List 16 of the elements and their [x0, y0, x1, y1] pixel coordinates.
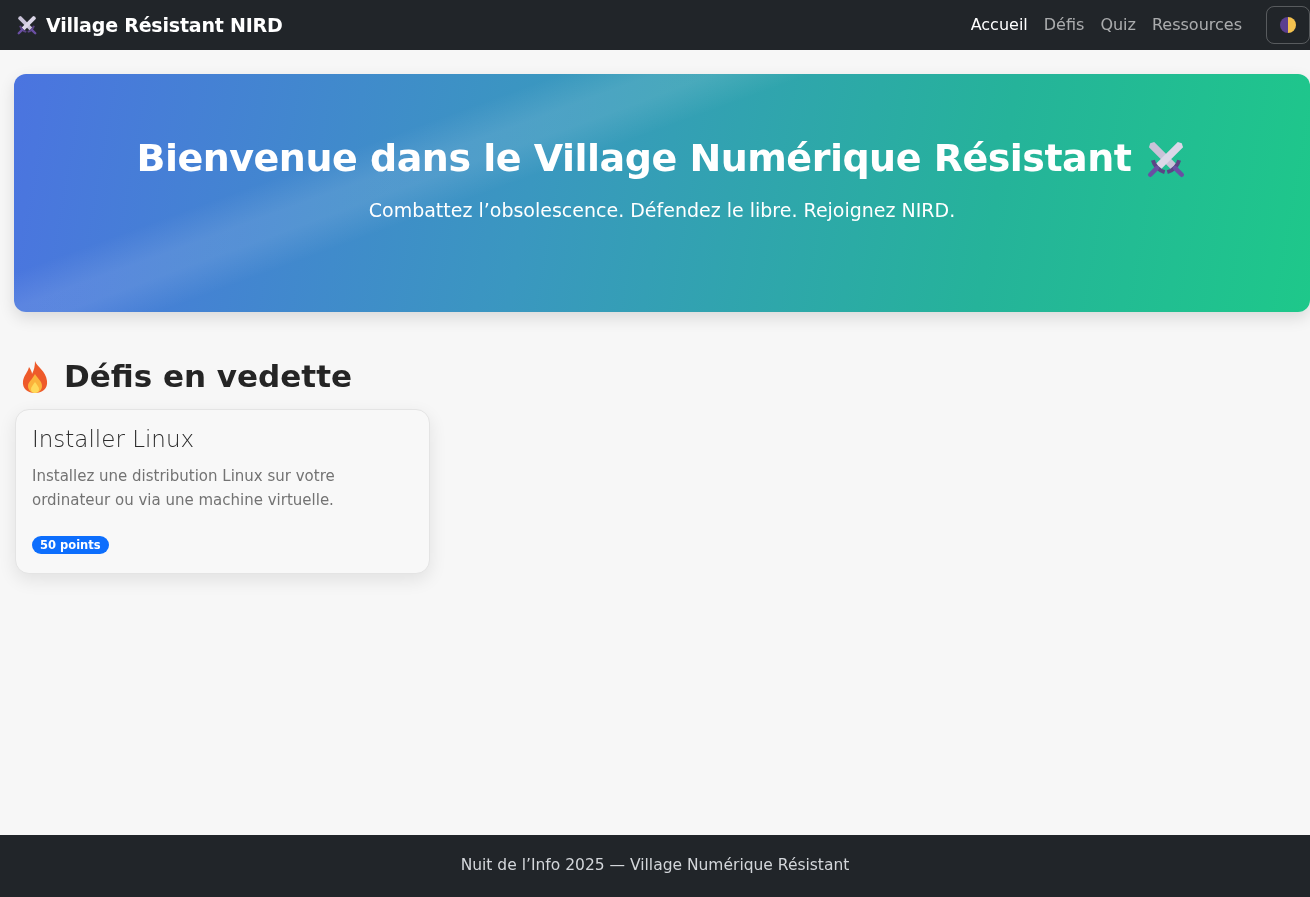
hero-subtitle: Combattez l’obsolescence. Défendez le libre. Rejoignez NIRD.	[368, 197, 956, 223]
footer-text: Nuit de l’Info 2025 — Village Numérique Résistant	[460, 855, 850, 877]
points-badge: 50 points	[32, 535, 109, 554]
brand-link[interactable]: Village Résistant NIRD	[46, 10, 283, 40]
crossed-swords-icon	[16, 14, 38, 36]
theme-toggle-button[interactable]	[1266, 6, 1310, 44]
nav-link[interactable]: Quiz	[1092, 13, 1144, 37]
nav-link[interactable]: Ressources	[1143, 13, 1250, 37]
card-title: Installer Linux	[32, 426, 196, 454]
flame-icon	[20, 359, 50, 394]
section-heading: Défis en vedette	[64, 358, 352, 396]
nav-link[interactable]: Accueil	[962, 13, 1036, 37]
card-description: Installez une distribution Linux sur votre ordinateur ou via une machine virtuelle.	[32, 465, 336, 511]
half-moon-icon	[1280, 17, 1296, 33]
hero-title: Bienvenue dans le Village Numérique Résistant	[136, 136, 1132, 182]
nav-link[interactable]: Défis	[1035, 13, 1093, 37]
